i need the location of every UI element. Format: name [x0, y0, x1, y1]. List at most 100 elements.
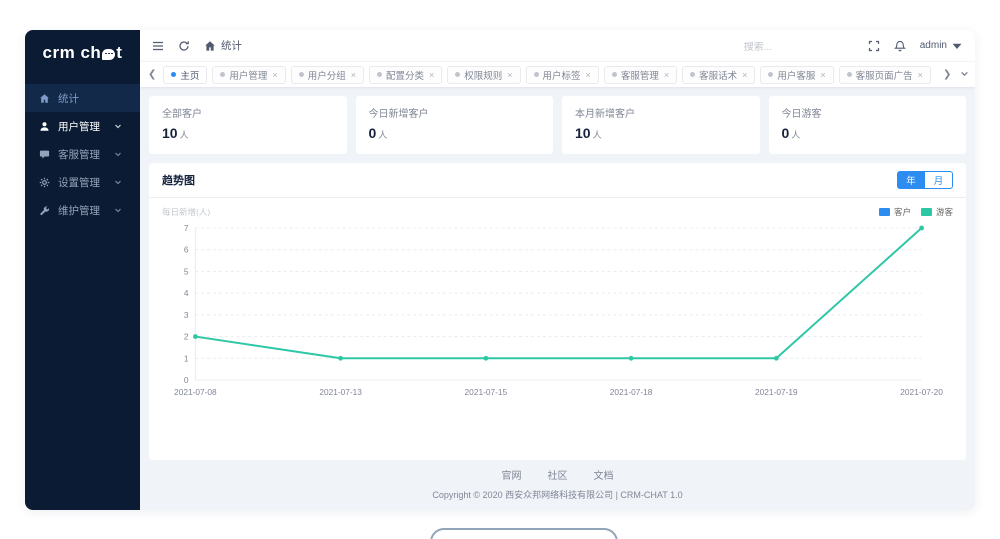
tab-label: 配置分类 — [385, 70, 424, 82]
tab-dot-icon — [376, 72, 382, 77]
tab-user-groups[interactable]: 用户分组 × — [290, 65, 364, 84]
logo-text-right: t — [116, 43, 123, 62]
footer: 官网 社区 文档 Copyright © 2020 西安众邦网络科技有限公司 |… — [149, 460, 966, 501]
sidebar-item-label: 维护管理 — [58, 204, 100, 217]
tab-service-management[interactable]: 客服管理 × — [603, 65, 678, 84]
month-toggle-button[interactable]: 月 — [925, 171, 953, 189]
footer-link-docs[interactable]: 文档 — [594, 467, 614, 482]
close-icon[interactable]: × — [664, 70, 669, 80]
stat-card-new-customers-today: 今日新增客户 0人 — [355, 96, 553, 154]
tab-service-scripts[interactable]: 客服话术 × — [682, 65, 756, 84]
tab-user-tags[interactable]: 用户标签 × — [525, 65, 599, 84]
legend-swatch-green — [920, 208, 932, 216]
tab-dot-icon — [533, 72, 539, 77]
legend-label: 客户 — [893, 207, 911, 217]
close-icon[interactable]: × — [507, 70, 512, 80]
footer-link-official-site[interactable]: 官网 — [502, 467, 522, 482]
tab-dot-icon — [690, 72, 696, 77]
close-icon[interactable]: × — [351, 70, 356, 80]
chevron-down-icon — [115, 124, 121, 129]
stat-value: 0人 — [368, 125, 388, 141]
close-icon[interactable]: × — [820, 70, 825, 80]
sidebar-item-statistics[interactable]: 统计 — [25, 84, 140, 112]
legend-label: 游客 — [935, 207, 953, 217]
bottom-pill-decoration — [430, 528, 618, 539]
svg-text:2021-07-15: 2021-07-15 — [465, 387, 508, 397]
breadcrumb-label: 统计 — [221, 40, 242, 52]
stat-cards: 全部客户 10 人 今日新增客户 0人 本月新增客户 10 人 今日游客 0人 — [149, 96, 966, 154]
close-icon[interactable]: × — [918, 70, 923, 80]
sidebar-item-service-management[interactable]: 客服管理 — [25, 140, 140, 168]
tab-home[interactable]: 主页 — [163, 65, 208, 84]
chart-top-row: 每日新增(人) 客户 游客 — [162, 206, 953, 218]
stat-card-visitors-today: 今日游客 0人 — [768, 96, 966, 154]
svg-text:2021-07-20: 2021-07-20 — [900, 387, 943, 397]
search-input[interactable] — [743, 41, 854, 53]
chevron-down-icon — [115, 180, 121, 185]
close-icon[interactable]: × — [586, 70, 591, 80]
tabs-scroll-right-button[interactable]: ❯ — [941, 69, 953, 80]
chat-bubble-icon — [102, 48, 116, 60]
notifications-button[interactable] — [893, 40, 906, 52]
tab-service-page-ads[interactable]: 客服页面广告 × — [838, 65, 931, 84]
svg-text:2021-07-18: 2021-07-18 — [610, 387, 653, 397]
user-menu[interactable]: admin — [920, 40, 963, 52]
chevron-down-icon — [115, 152, 121, 157]
svg-text:3: 3 — [184, 310, 189, 320]
legend-swatch-blue — [878, 208, 890, 216]
collapse-sidebar-button[interactable] — [152, 40, 164, 52]
close-icon[interactable]: × — [742, 70, 747, 80]
tab-user-management[interactable]: 用户管理 × — [212, 65, 286, 84]
hamburger-icon — [153, 41, 163, 50]
app-logo: crm ch t — [25, 30, 140, 76]
tab-permission-rules[interactable]: 权限规则 × — [447, 65, 521, 84]
main-area: 统计 admin ❮ — [140, 30, 975, 510]
legend-item-visitors[interactable]: 游客 — [920, 206, 953, 218]
tabs-scroll-left-button[interactable]: ❮ — [146, 69, 158, 80]
sidebar-item-user-management[interactable]: 用户管理 — [25, 112, 140, 140]
home-icon — [40, 93, 49, 103]
stat-value: 10 人 — [162, 125, 189, 141]
trend-panel: 趋势图 年 月 每日新增(人) 客户 游客 0 1 2 3 4 5 6 7 20… — [149, 163, 966, 460]
close-icon[interactable]: × — [429, 70, 434, 80]
tab-user-service[interactable]: 用户客服 × — [760, 65, 834, 84]
sidebar-item-label: 客服管理 — [58, 148, 100, 161]
close-icon[interactable]: × — [272, 70, 277, 80]
gear-icon — [39, 177, 50, 187]
period-toggle: 年 月 — [897, 171, 953, 189]
tab-config-categories[interactable]: 配置分类 × — [368, 65, 443, 84]
fullscreen-button[interactable] — [868, 40, 880, 52]
svg-text:6: 6 — [184, 245, 189, 255]
sidebar-item-settings-management[interactable]: 设置管理 — [25, 168, 140, 196]
stat-label: 全部客户 — [162, 109, 202, 120]
stat-card-total-customers: 全部客户 10 人 — [149, 96, 347, 154]
tabbar: ❮ 主页 用户管理 × 用户分组 × 配置分类 × 权限规则 × 用户标签 × … — [140, 61, 975, 87]
year-toggle-button[interactable]: 年 — [897, 171, 925, 189]
trend-panel-header: 趋势图 年 月 — [149, 163, 966, 198]
stat-label: 本月新增客户 — [575, 109, 635, 120]
home-icon — [205, 40, 215, 51]
caret-down-icon — [952, 43, 962, 49]
svg-text:2021-07-19: 2021-07-19 — [755, 387, 798, 397]
tab-dot-icon — [171, 72, 177, 77]
tabs-menu-button[interactable] — [958, 69, 971, 81]
breadcrumb[interactable]: 统计 — [204, 38, 242, 53]
trend-title: 趋势图 — [162, 175, 195, 187]
content: 全部客户 10人 今日新增客户 0人 本月新增客户 10人 今日游客 0人 — [140, 87, 975, 510]
tab-label: 用户标签 — [542, 70, 581, 82]
trend-chart: 每日新增(人) 客户 游客 0 1 2 3 4 5 6 7 2021-07-08… — [149, 198, 966, 460]
refresh-button[interactable] — [178, 40, 190, 52]
footer-link-community[interactable]: 社区 — [548, 467, 568, 482]
tab-dot-icon — [298, 72, 304, 77]
sidebar: crm ch t 统计 用户管理 客服管理 设置管理 维护管理 — [25, 30, 140, 510]
sidebar-item-maintenance-management[interactable]: 维护管理 — [25, 196, 140, 224]
stat-label: 今日游客 — [781, 109, 822, 120]
chat-icon — [39, 150, 50, 159]
tab-dot-icon — [220, 72, 226, 77]
chevron-down-icon — [961, 71, 969, 76]
legend-item-customers[interactable]: 客户 — [878, 206, 911, 218]
tab-label: 用户客服 — [777, 70, 816, 82]
stat-value: 10 人 — [575, 125, 602, 141]
svg-text:7: 7 — [184, 223, 189, 233]
bell-icon — [893, 40, 906, 51]
